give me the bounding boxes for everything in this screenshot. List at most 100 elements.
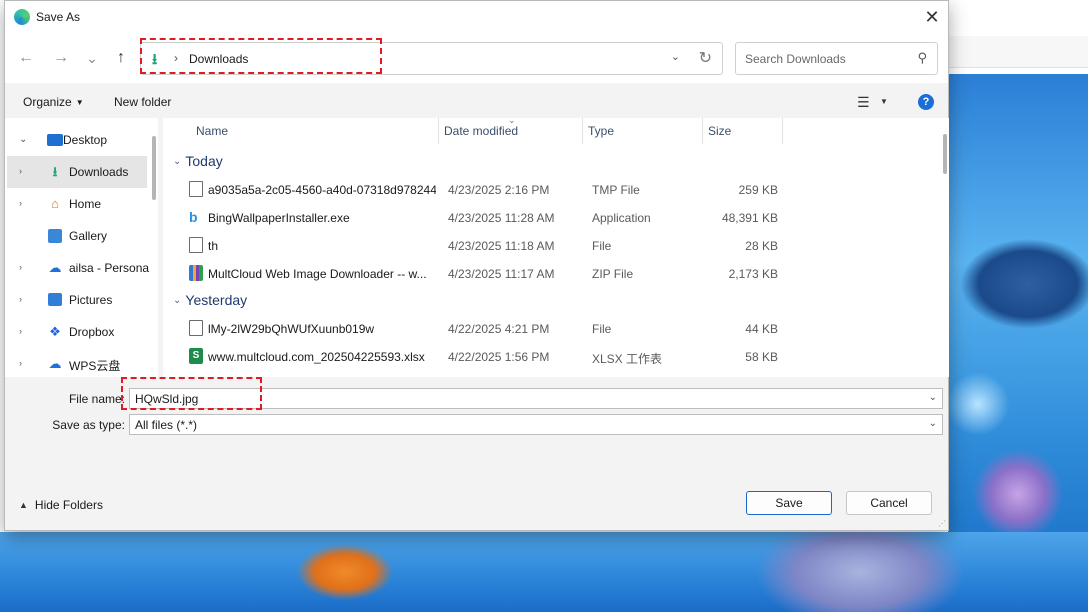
chevron-right-icon[interactable]: › bbox=[19, 262, 22, 272]
file-row[interactable]: S www.multcloud.com_202504225593.xlsx 4/… bbox=[163, 342, 933, 370]
save-button[interactable]: Save bbox=[746, 491, 832, 515]
save-type-select[interactable]: All files (*.*) ⌄ bbox=[129, 414, 943, 435]
file-date: 4/23/2025 11:17 AM bbox=[448, 267, 555, 281]
search-icon[interactable]: ⚲ bbox=[917, 50, 927, 66]
save-type-label: Save as type: bbox=[52, 418, 125, 432]
sidebar-item-gallery[interactable]: Gallery bbox=[7, 220, 147, 252]
dialog-title: Save As bbox=[36, 10, 81, 24]
hide-folders-label: Hide Folders bbox=[34, 498, 103, 512]
file-row[interactable]: MultCloud Web Image Downloader -- w... 4… bbox=[163, 259, 933, 287]
close-button[interactable]: ✕ bbox=[916, 1, 948, 33]
group-header-yesterday[interactable]: ⌄ Yesterday bbox=[173, 292, 247, 308]
navigation-pane-scrollbar[interactable] bbox=[152, 136, 156, 200]
file-name: lMy-2lW29bQhWUfXuunb019w bbox=[208, 322, 375, 336]
column-header-date[interactable]: Date modified bbox=[444, 124, 518, 138]
save-form: File name: HQwSld.jpg ⌄ Save as type: Al… bbox=[5, 378, 948, 478]
file-row[interactable]: lMy-2lW29bQhWUfXuunb019w 4/22/2025 4:21 … bbox=[163, 314, 933, 342]
organize-label: Organize bbox=[23, 95, 72, 109]
browser-address-strip bbox=[948, 36, 1088, 68]
view-options-icon[interactable]: ☰ bbox=[857, 94, 870, 111]
sidebar-item-label: WPS云盘 bbox=[69, 359, 121, 373]
pictures-icon bbox=[48, 293, 62, 306]
chevron-up-icon: ▲ bbox=[19, 500, 28, 510]
hide-folders-button[interactable]: ▲ Hide Folders bbox=[19, 498, 103, 512]
file-name: BingWallpaperInstaller.exe bbox=[208, 211, 350, 225]
chevron-down-icon[interactable]: ⌄ bbox=[929, 418, 937, 429]
chevron-down-icon[interactable]: ⌄ bbox=[929, 392, 937, 403]
column-divider[interactable] bbox=[782, 118, 783, 144]
back-arrow-icon: ← bbox=[18, 49, 34, 66]
file-size: 44 KB bbox=[745, 322, 778, 336]
cancel-button[interactable]: Cancel bbox=[846, 491, 932, 515]
file-icon bbox=[189, 237, 203, 253]
sidebar-item-label: Home bbox=[69, 197, 102, 211]
breadcrumb-chevron-icon: › bbox=[174, 51, 178, 65]
file-row[interactable]: a9035a5a-2c05-4560-a40d-07318d978244....… bbox=[163, 175, 933, 203]
sidebar-item-label: Gallery bbox=[69, 229, 108, 243]
file-size: 259 KB bbox=[738, 183, 778, 197]
column-header-name[interactable]: Name bbox=[196, 124, 228, 138]
group-header-today[interactable]: ⌄ Today bbox=[173, 153, 223, 169]
file-name-field[interactable]: HQwSld.jpg ⌄ bbox=[129, 388, 943, 409]
sidebar-item-home[interactable]: › ⌂ Home bbox=[7, 188, 147, 220]
column-divider[interactable] bbox=[582, 118, 583, 144]
save-type-value[interactable]: All files (*.*) bbox=[135, 418, 197, 432]
sidebar-item-label: Desktop bbox=[63, 133, 108, 147]
chevron-right-icon[interactable]: › bbox=[19, 358, 22, 368]
search-input[interactable] bbox=[736, 43, 906, 74]
sidebar-item-dropbox[interactable]: › ❖ Dropbox bbox=[7, 316, 147, 348]
file-row[interactable]: b BingWallpaperInstaller.exe 4/23/2025 1… bbox=[163, 203, 933, 231]
organize-menu[interactable]: Organize ▼ bbox=[23, 95, 84, 109]
column-divider[interactable] bbox=[438, 118, 439, 144]
zip-icon bbox=[189, 265, 203, 281]
column-header-type[interactable]: Type bbox=[588, 124, 614, 138]
breadcrumb-downloads[interactable]: Downloads bbox=[189, 52, 248, 66]
recent-locations-button[interactable]: ⌄ bbox=[81, 47, 103, 69]
column-divider[interactable] bbox=[702, 118, 703, 144]
refresh-icon[interactable]: ↻ bbox=[699, 48, 712, 68]
up-arrow-icon: ↑ bbox=[117, 49, 125, 66]
back-button[interactable]: ← bbox=[15, 47, 37, 69]
group-label: Today bbox=[185, 153, 223, 169]
new-folder-button[interactable]: New folder bbox=[114, 95, 171, 109]
navigation-pane: ⌄ Desktop › ⭳ Downloads › ⌂ Home Gallery… bbox=[5, 118, 158, 377]
file-date: 4/22/2025 1:56 PM bbox=[448, 350, 550, 364]
file-date: 4/23/2025 11:28 AM bbox=[448, 211, 555, 225]
chevron-right-icon[interactable]: › bbox=[19, 166, 22, 176]
file-size: 28 KB bbox=[745, 239, 778, 253]
sidebar-item-wps-cloud[interactable]: › ☁ WPS云盘 bbox=[7, 348, 147, 377]
sidebar-item-pictures[interactable]: › Pictures bbox=[7, 284, 147, 316]
sidebar-item-downloads[interactable]: › ⭳ Downloads bbox=[7, 156, 147, 188]
file-row[interactable]: th 4/23/2025 11:18 AM File 28 KB bbox=[163, 231, 933, 259]
sidebar-item-label: Dropbox bbox=[69, 325, 115, 339]
chevron-down-icon[interactable]: ⌄ bbox=[19, 134, 27, 145]
address-dropdown-icon[interactable]: ⌄ bbox=[671, 50, 680, 63]
file-type: TMP File bbox=[592, 183, 640, 197]
bing-icon: b bbox=[189, 209, 198, 225]
file-name: MultCloud Web Image Downloader -- w... bbox=[208, 267, 427, 281]
file-type: File bbox=[592, 322, 612, 336]
chevron-down-icon: ⌄ bbox=[173, 295, 182, 306]
chevron-right-icon[interactable]: › bbox=[19, 198, 22, 208]
up-button[interactable]: ↑ bbox=[110, 47, 132, 69]
resize-grip-icon[interactable]: ⋰ bbox=[938, 519, 946, 528]
search-box[interactable]: ⚲ bbox=[735, 42, 938, 75]
file-name-value[interactable]: HQwSld.jpg bbox=[135, 392, 198, 406]
help-icon[interactable]: ? bbox=[918, 94, 934, 110]
chevron-right-icon[interactable]: › bbox=[19, 294, 22, 304]
chevron-down-icon: ▼ bbox=[75, 98, 84, 107]
sidebar-item-desktop[interactable]: ⌄ Desktop bbox=[7, 124, 147, 156]
navigation-row: ← → ⌄ ↑ ⭳ › Downloads ⌄ ↻ ⚲ bbox=[5, 33, 948, 83]
download-icon: ⭳ bbox=[52, 164, 58, 179]
address-bar[interactable]: ⭳ › Downloads ⌄ ↻ bbox=[140, 42, 723, 75]
file-size: 58 KB bbox=[745, 350, 778, 364]
file-type: ZIP File bbox=[592, 267, 634, 281]
forward-button[interactable]: → bbox=[50, 47, 72, 69]
file-list-scrollbar[interactable] bbox=[943, 134, 947, 174]
file-type: Application bbox=[592, 211, 651, 225]
sidebar-item-onedrive[interactable]: › ☁ ailsa - Persona bbox=[7, 252, 150, 284]
chevron-right-icon[interactable]: › bbox=[19, 326, 22, 336]
column-header-size[interactable]: Size bbox=[708, 124, 731, 138]
gallery-icon bbox=[48, 229, 62, 243]
view-options-chevron-icon[interactable]: ▼ bbox=[880, 97, 888, 106]
